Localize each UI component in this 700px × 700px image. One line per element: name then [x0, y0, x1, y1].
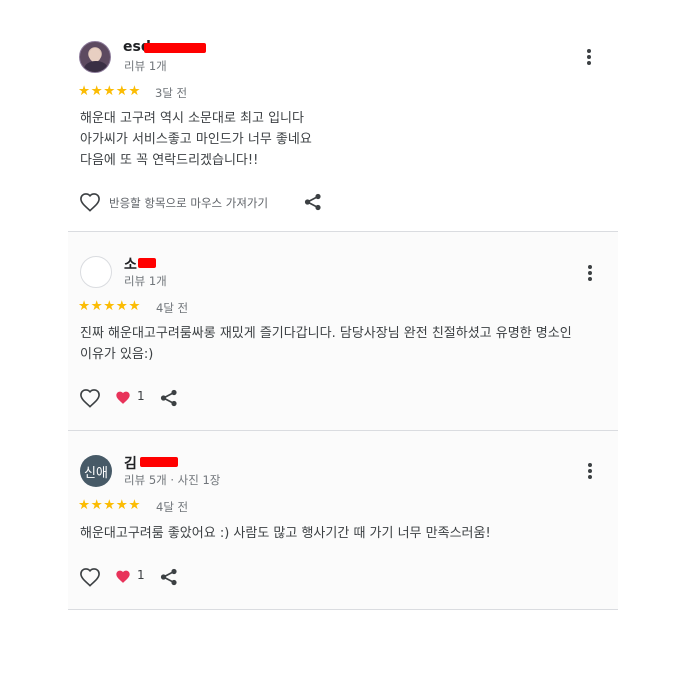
redaction-mark [144, 43, 206, 53]
review-time: 4달 전 [156, 301, 189, 315]
review-text: 해운대고구려룸 좋았어요 :) 사람도 많고 행사기간 때 가기 너무 만족스러… [80, 523, 491, 544]
reviewer-name[interactable]: 김 [124, 453, 137, 473]
reviewer-meta: 리뷰 1개 [124, 59, 167, 73]
more-options-icon[interactable] [579, 47, 599, 67]
review-text: 진짜 해운대고구려룸싸롱 재밌게 즐기다갑니다. 담당사장님 완전 친절하셨고 … [80, 323, 572, 365]
review-text-line: 다음에 또 꼭 연락드리겠습니다!! [80, 153, 259, 168]
reviewer-avatar[interactable] [79, 41, 111, 73]
reaction-count: 1 [137, 389, 145, 403]
review-card: 신애 김 리뷰 5개 · 사진 1장 ★★★★★ 4달 전 해운대고구려룸 좋았… [68, 431, 618, 609]
reviewer-avatar[interactable]: 신애 [80, 455, 112, 487]
reviewer-name[interactable]: 소 [124, 254, 137, 274]
share-icon[interactable] [160, 389, 178, 407]
share-icon[interactable] [160, 568, 178, 586]
heart-icon[interactable] [79, 567, 101, 587]
redaction-mark [138, 258, 156, 268]
more-options-icon[interactable] [580, 461, 600, 481]
reaction-hint: 반응할 항목으로 마우스 가져가기 [109, 196, 269, 210]
star-rating: ★★★★★ [78, 298, 142, 314]
more-options-icon[interactable] [580, 263, 600, 283]
review-text-line: 이유가 있음:) [80, 347, 154, 362]
review-text: 해운대 고구려 역시 소문대로 최고 입니다 아가씨가 서비스좋고 마인드가 너… [80, 108, 312, 171]
redaction-mark [140, 457, 178, 467]
reviewer-avatar[interactable] [80, 256, 112, 288]
heart-reaction-icon[interactable] [115, 569, 131, 584]
review-text-line: 해운대 고구려 역시 소문대로 최고 입니다 [80, 111, 304, 126]
review-text-line: 아가씨가 서비스좋고 마인드가 너무 좋네요 [80, 132, 312, 147]
heart-icon[interactable] [79, 388, 101, 408]
avatar-body [84, 61, 108, 72]
heart-reaction-icon[interactable] [115, 390, 131, 405]
share-icon[interactable] [304, 193, 322, 211]
review-text-line: 진짜 해운대고구려룸싸롱 재밌게 즐기다갑니다. 담당사장님 완전 친절하셨고 … [80, 326, 572, 341]
review-divider [68, 609, 618, 610]
reviewer-meta: 리뷰 1개 [124, 274, 167, 288]
star-rating: ★★★★★ [78, 497, 142, 513]
review-text-line: 해운대고구려룸 좋았어요 :) 사람도 많고 행사기간 때 가기 너무 만족스러… [80, 526, 491, 541]
heart-icon[interactable] [79, 192, 101, 212]
review-card: 소 리뷰 1개 ★★★★★ 4달 전 진짜 해운대고구려룸싸롱 재밌게 즐기다갑… [68, 232, 618, 430]
review-card: esd 리뷰 1개 ★★★★★ 3달 전 해운대 고구려 역시 소문대로 최고 … [68, 30, 618, 230]
review-time: 3달 전 [155, 86, 188, 100]
reaction-count: 1 [137, 568, 145, 582]
reviewer-meta: 리뷰 5개 · 사진 1장 [124, 473, 221, 487]
star-rating: ★★★★★ [78, 83, 142, 99]
review-time: 4달 전 [156, 500, 189, 514]
avatar-face [89, 48, 101, 62]
